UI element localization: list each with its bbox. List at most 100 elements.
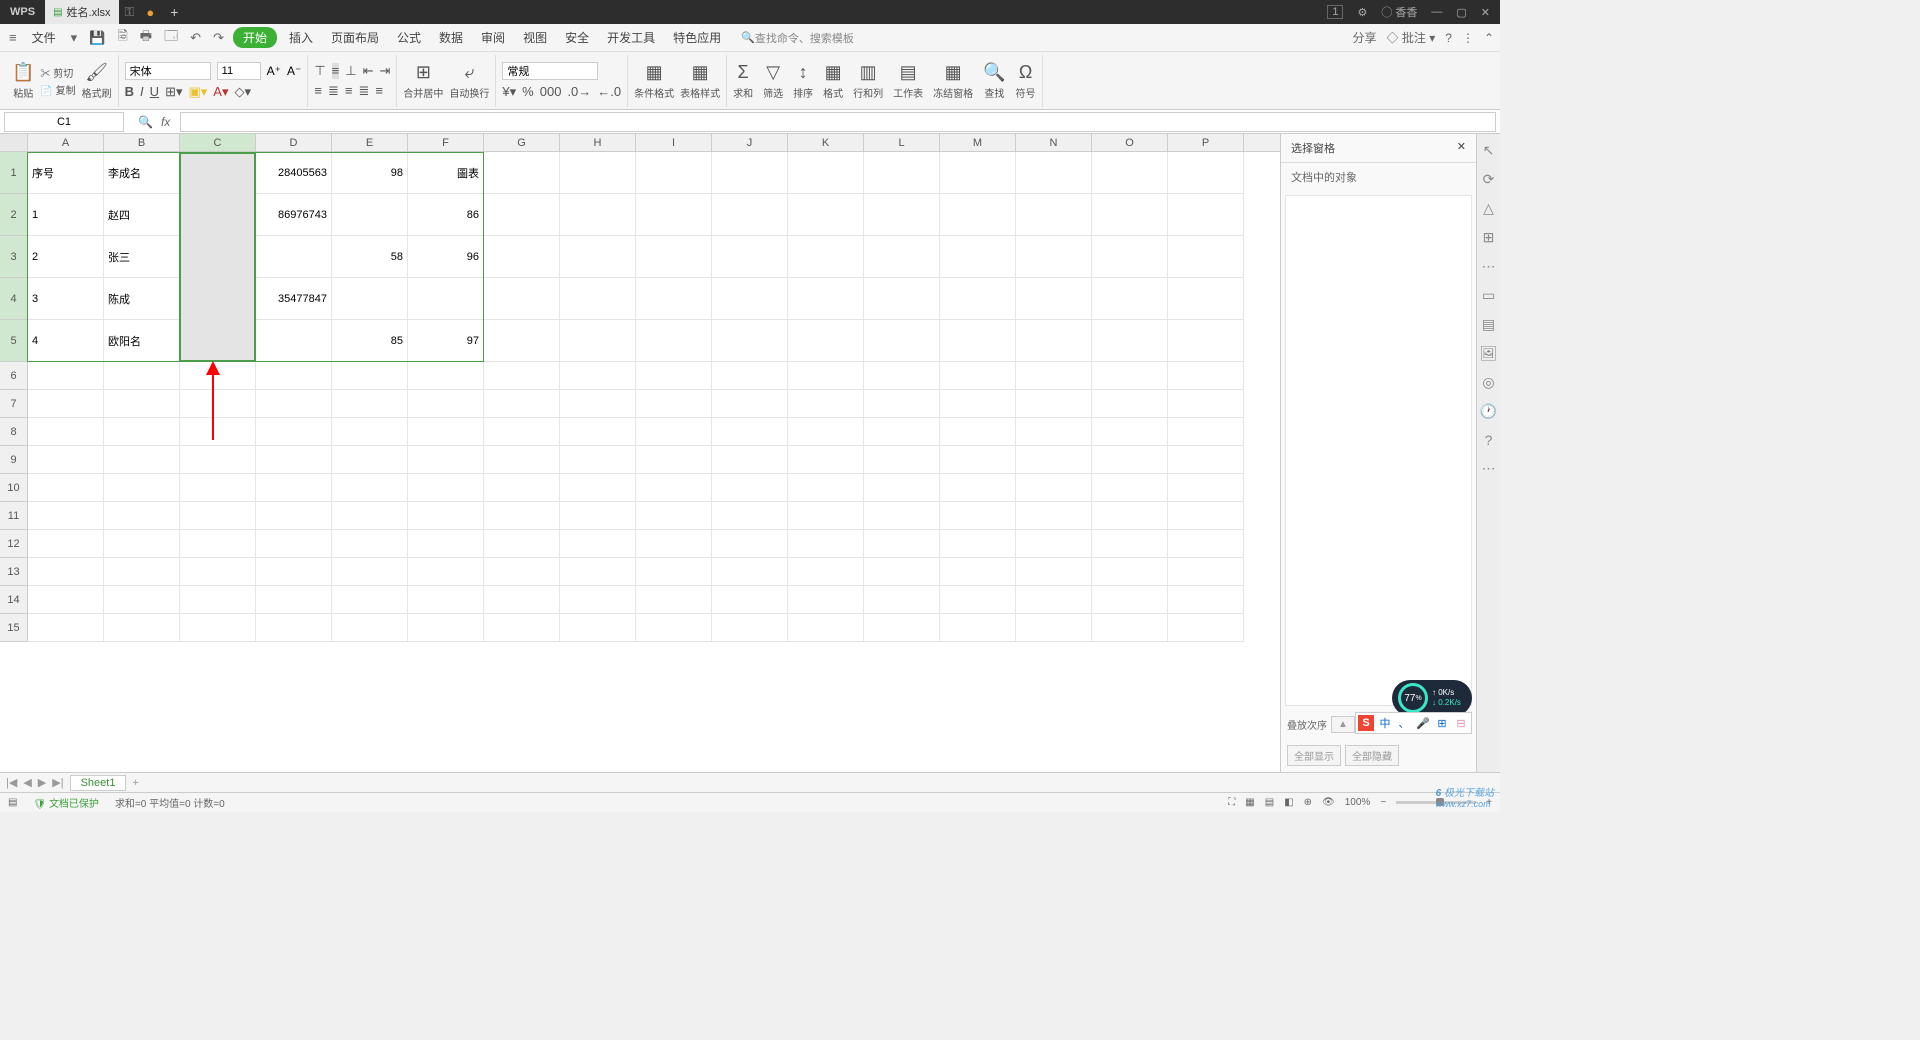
zoom-out-button[interactable]: − [1380,797,1386,808]
cell[interactable] [1016,362,1092,390]
view-page-icon[interactable]: ▤ [1265,797,1274,808]
clear-format-button[interactable]: ◇▾ [235,84,252,100]
cell[interactable] [104,558,180,586]
ime-keyboard-icon[interactable]: ⊞ [1434,715,1450,731]
underline-button[interactable]: U [150,84,159,100]
ime-logo[interactable]: S [1358,715,1374,731]
cell[interactable] [712,278,788,320]
cell[interactable] [484,502,560,530]
cell[interactable] [484,362,560,390]
cell[interactable] [1016,614,1092,642]
cell[interactable]: 张三 [104,236,180,278]
view-normal-icon[interactable]: ▦ [1245,797,1254,808]
cell[interactable] [788,278,864,320]
cell[interactable] [560,614,636,642]
cell[interactable] [636,614,712,642]
cell[interactable] [28,614,104,642]
file-menu[interactable]: 文件 [26,27,62,48]
bold-button[interactable]: B [125,84,134,100]
cell[interactable] [712,418,788,446]
cell[interactable] [940,194,1016,236]
decrease-font-icon[interactable]: A⁻ [287,64,301,78]
column-header-N[interactable]: N [1016,134,1092,151]
cell[interactable] [1168,530,1244,558]
cell[interactable] [1092,530,1168,558]
cell[interactable] [104,474,180,502]
user-avatar[interactable]: ◯ 香香 [1381,4,1417,20]
cell[interactable] [332,362,408,390]
cell[interactable] [332,278,408,320]
column-header-L[interactable]: L [864,134,940,151]
cell[interactable] [1168,390,1244,418]
cell[interactable] [636,586,712,614]
cell[interactable] [332,390,408,418]
cell[interactable] [636,390,712,418]
tab-nav-last[interactable]: ▶| [52,776,63,789]
cell[interactable] [180,278,256,320]
cell[interactable] [1168,614,1244,642]
column-header-P[interactable]: P [1168,134,1244,151]
column-header-I[interactable]: I [636,134,712,151]
cell[interactable] [1168,320,1244,362]
cell[interactable] [864,390,940,418]
cell[interactable] [332,418,408,446]
formula-input[interactable] [180,112,1496,132]
column-header-D[interactable]: D [256,134,332,151]
cell[interactable] [28,418,104,446]
cell[interactable] [712,474,788,502]
cell[interactable] [788,502,864,530]
document-tab[interactable]: ▤ 姓名.xlsx [45,0,118,24]
cell[interactable] [1168,502,1244,530]
symbol-icon[interactable]: Ω [1016,62,1036,83]
cell[interactable] [560,502,636,530]
close-button[interactable]: ✕ [1481,6,1490,19]
justify-icon[interactable]: ≣ [358,83,369,99]
cut-button[interactable]: ✂ 剪切 [40,65,75,80]
cloud-icon[interactable]: △ [1483,200,1494,217]
cell[interactable] [1092,418,1168,446]
cell[interactable] [1092,558,1168,586]
cell[interactable] [1016,320,1092,362]
column-header-K[interactable]: K [788,134,864,151]
column-header-E[interactable]: E [332,134,408,151]
new-tab-button[interactable]: + [160,4,188,20]
cell[interactable] [408,390,484,418]
font-name-select[interactable] [125,62,211,80]
cell[interactable] [560,418,636,446]
cell[interactable] [1092,320,1168,362]
cell[interactable] [560,446,636,474]
ime-grid-icon[interactable]: ⊟ [1453,715,1469,731]
show-all-button[interactable]: 全部显示 [1287,745,1341,766]
cell[interactable] [864,362,940,390]
cell[interactable] [408,418,484,446]
freeze-icon[interactable]: ▦ [933,62,973,83]
cell[interactable]: 李成名 [104,152,180,194]
cell[interactable] [408,614,484,642]
cell[interactable] [484,194,560,236]
cell[interactable] [864,446,940,474]
sort-icon[interactable]: ↕ [793,62,813,83]
column-header-O[interactable]: O [1092,134,1168,151]
more-icon[interactable]: ⋮ [1462,31,1474,45]
cell[interactable] [408,446,484,474]
cell[interactable]: 欧阳名 [104,320,180,362]
align-bottom-icon[interactable]: ⊥ [345,63,356,79]
cell[interactable] [712,320,788,362]
cell[interactable]: 2 [28,236,104,278]
cell[interactable] [864,530,940,558]
cell[interactable] [1168,474,1244,502]
cell[interactable] [180,390,256,418]
tab-start[interactable]: 开始 [233,27,277,48]
align-top-icon[interactable]: ⊤ [314,63,325,79]
cell[interactable] [28,446,104,474]
ellipsis-icon[interactable]: ⋯ [1482,460,1496,477]
cell[interactable] [104,446,180,474]
cell[interactable] [484,614,560,642]
clock-icon[interactable]: 🕐 [1480,403,1497,420]
cell[interactable] [864,320,940,362]
row-header[interactable]: 12 [0,530,28,558]
collapse-ribbon-icon[interactable]: ⌃ [1484,31,1494,45]
cell[interactable] [1092,278,1168,320]
cell[interactable] [180,446,256,474]
row-header[interactable]: 6 [0,362,28,390]
